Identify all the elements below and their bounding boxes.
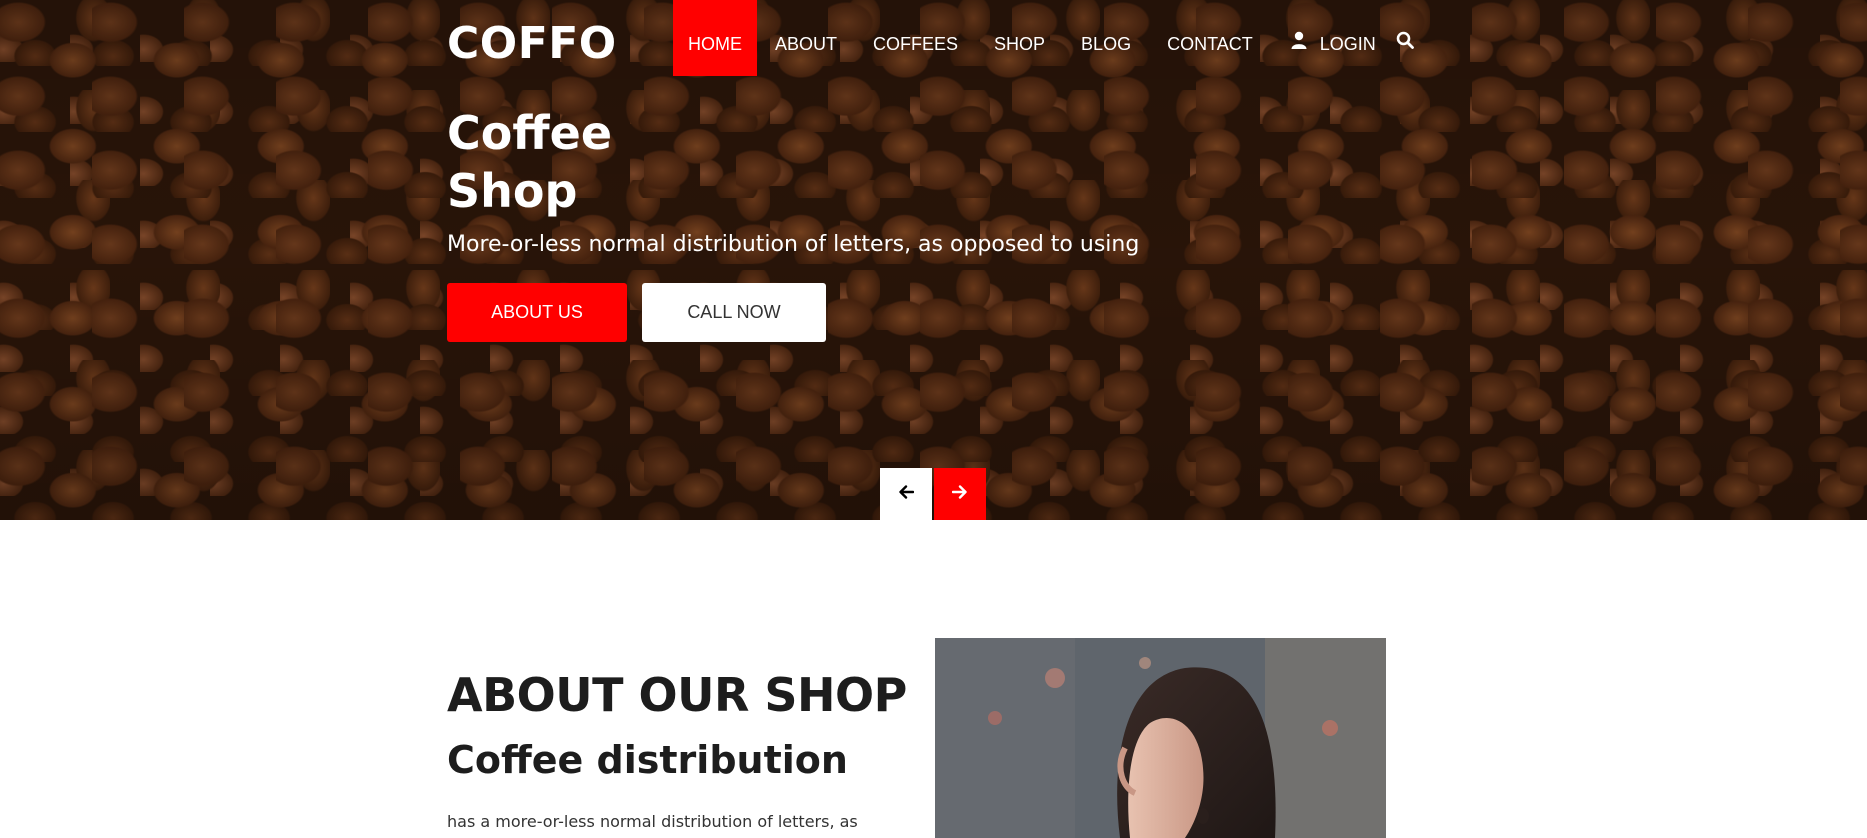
hero-subtitle: More-or-less normal distribution of lett…: [447, 232, 1140, 257]
about-photo: [935, 638, 1386, 838]
hero-section: COFFO HOME ABOUT COFFEES SHOP BLOG CONTA…: [0, 0, 1867, 520]
slider-prev-button[interactable]: [880, 468, 932, 520]
login-label: LOGIN: [1319, 34, 1376, 54]
nav-menu: HOME ABOUT COFFEES SHOP BLOG CONTACT LOG…: [673, 0, 1424, 76]
nav-item-coffees[interactable]: COFFEES: [855, 0, 976, 76]
user-icon: [1291, 0, 1307, 87]
nav-item-contact[interactable]: CONTACT: [1149, 0, 1271, 76]
arrow-left-icon: [898, 484, 915, 504]
hero-content: Coffee Shop More-or-less normal distribu…: [447, 104, 1139, 342]
about-section: ABOUT OUR SHOP Coffee distribution has a…: [0, 520, 1867, 838]
hero-title: Coffee Shop: [447, 106, 613, 218]
arrow-right-icon: [951, 484, 968, 504]
nav-item-blog[interactable]: BLOG: [1063, 0, 1149, 76]
nav-item-about[interactable]: ABOUT: [757, 0, 855, 76]
about-us-button[interactable]: ABOUT US: [447, 283, 627, 342]
about-subtitle: Coffee distribution: [447, 738, 848, 782]
hero-buttons: ABOUT US CALL NOW: [447, 283, 1139, 342]
call-now-button[interactable]: CALL NOW: [642, 283, 826, 342]
login-link[interactable]: LOGIN: [1271, 0, 1386, 76]
logo[interactable]: COFFO: [447, 18, 617, 69]
about-text: has a more-or-less normal distribution o…: [447, 812, 858, 831]
nav-item-home[interactable]: HOME: [673, 0, 757, 76]
search-icon: [1396, 0, 1414, 87]
slider-next-button[interactable]: [934, 468, 986, 520]
about-title: ABOUT OUR SHOP: [447, 668, 907, 722]
slider-controls: [880, 468, 986, 520]
nav-item-shop[interactable]: SHOP: [976, 0, 1063, 76]
search-button[interactable]: [1386, 0, 1424, 76]
navbar: COFFO HOME ABOUT COFFEES SHOP BLOG CONTA…: [0, 0, 1867, 76]
